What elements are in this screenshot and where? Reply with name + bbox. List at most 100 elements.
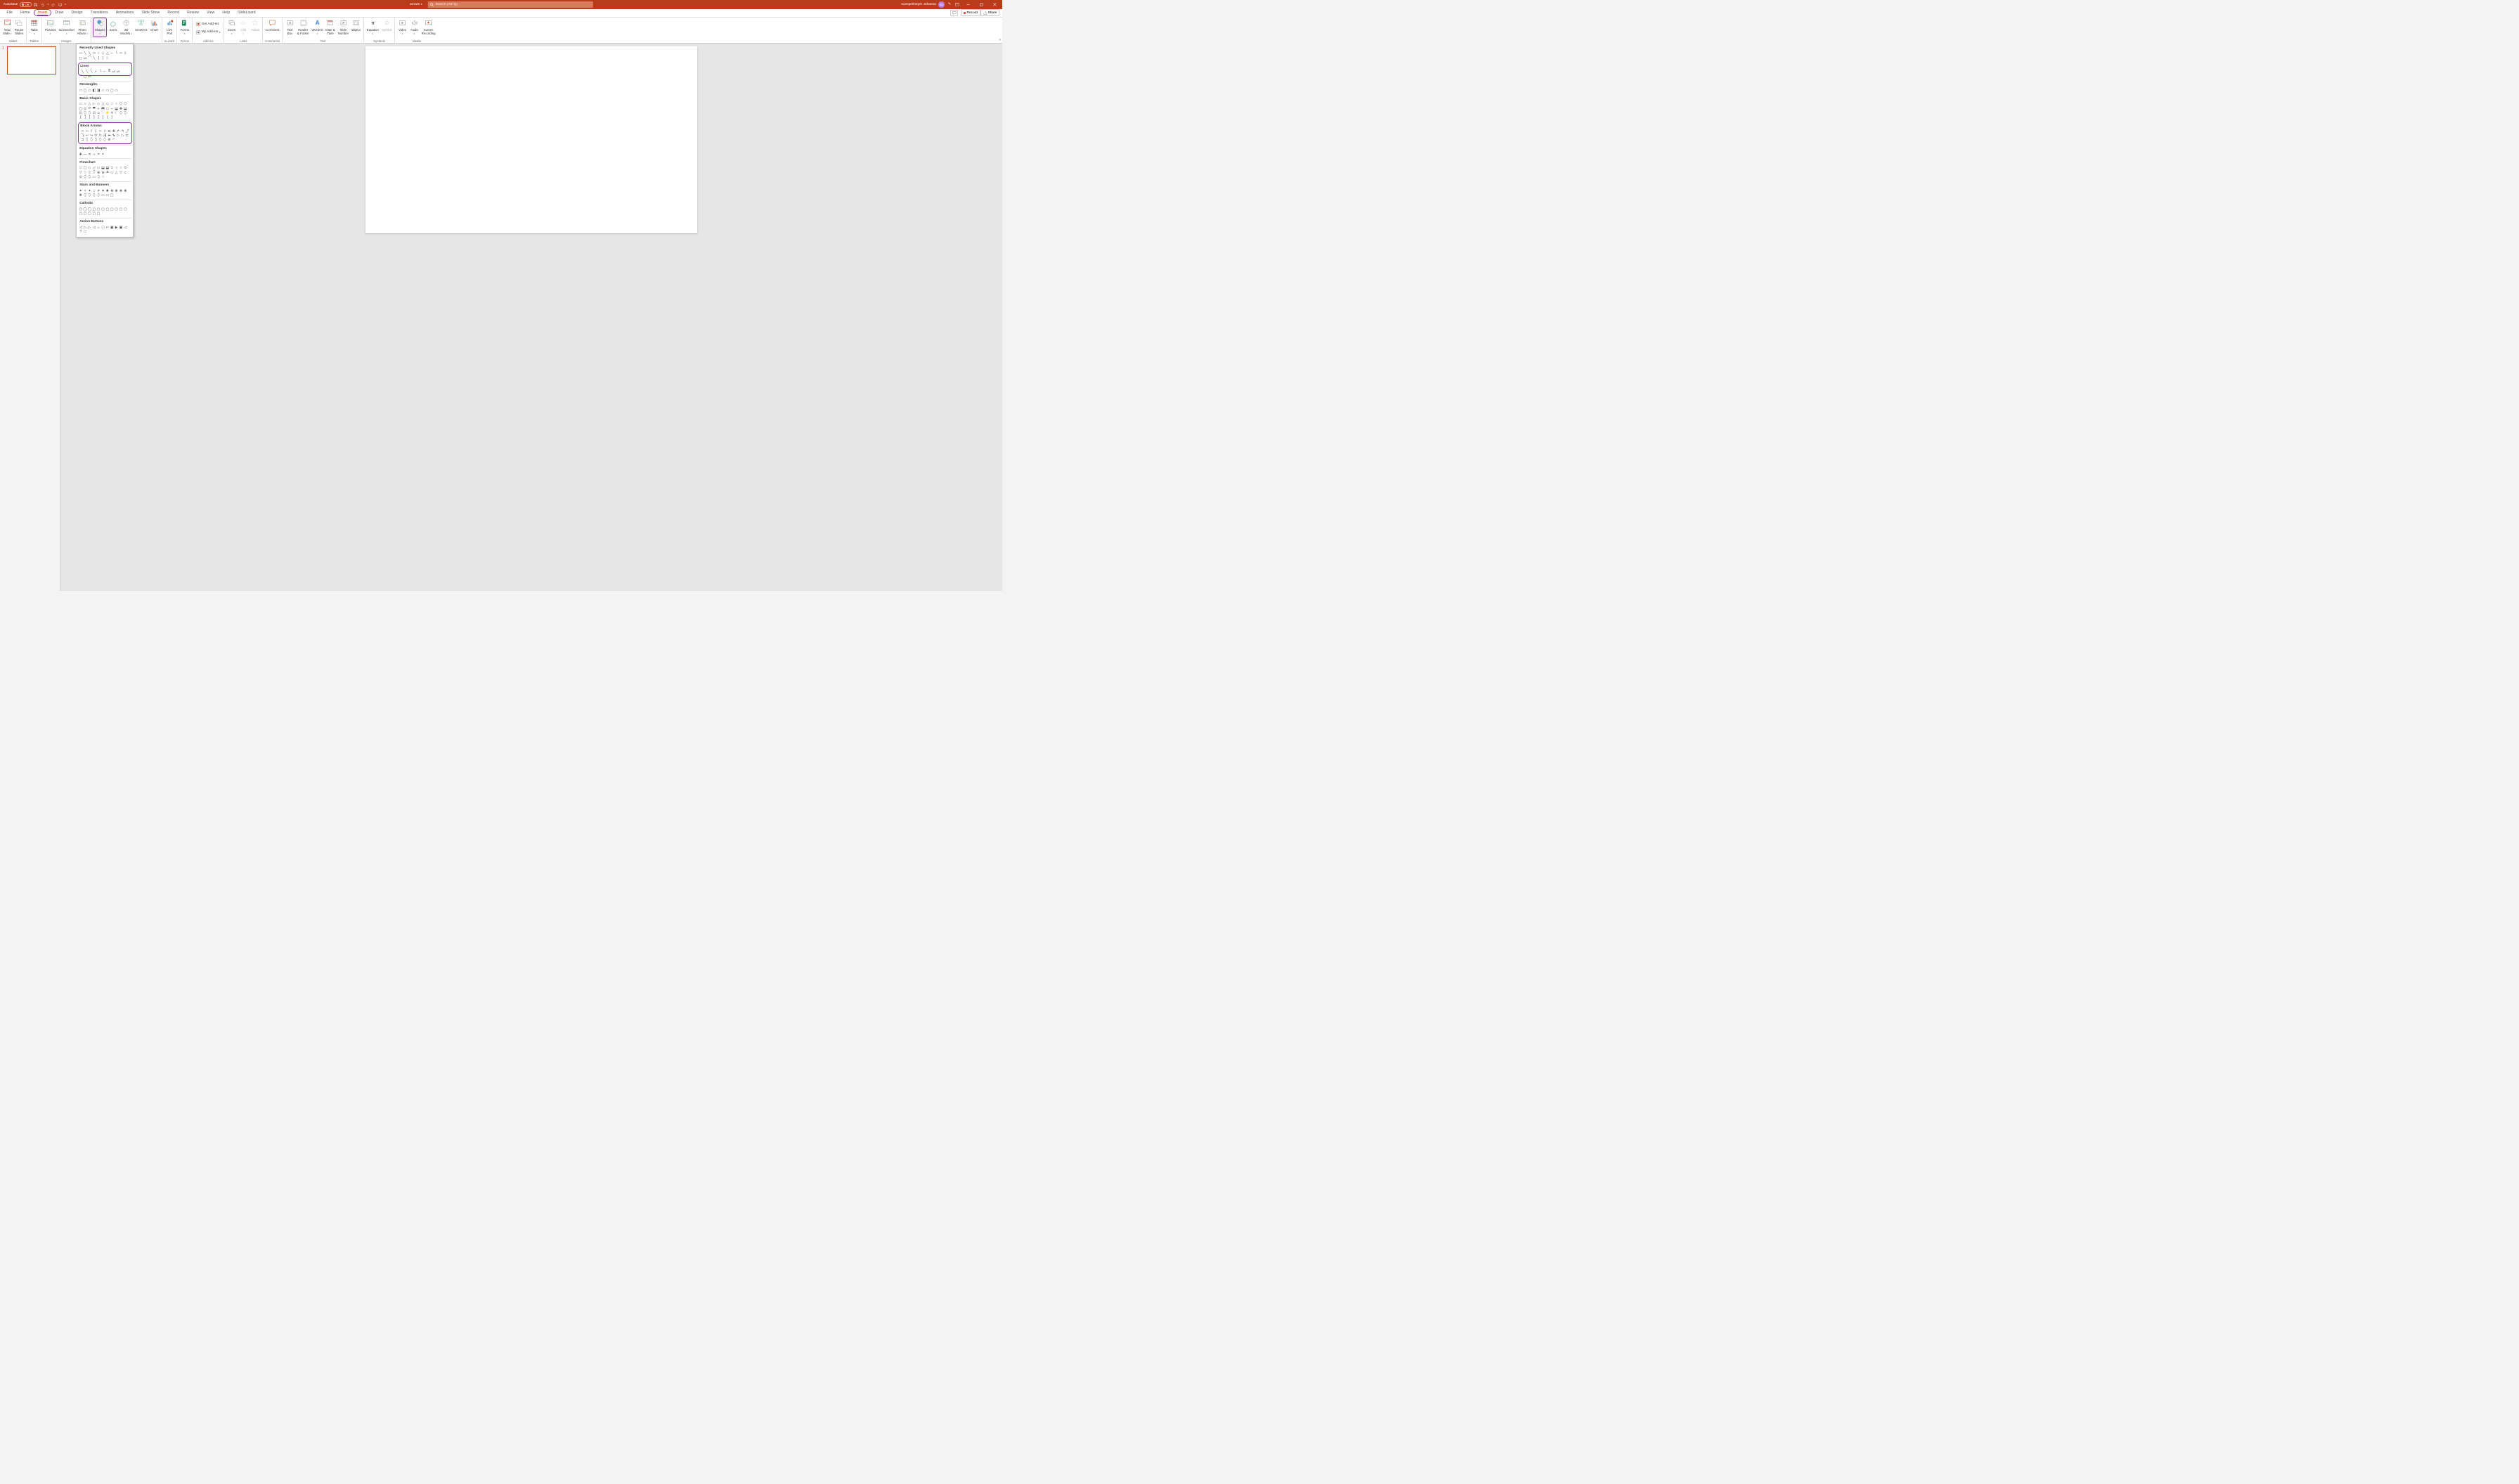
header-footer-button[interactable]: Header & Footer bbox=[296, 18, 310, 36]
tab-animations[interactable]: Animations bbox=[112, 8, 138, 17]
equation-button[interactable]: πEquation▾ bbox=[365, 18, 380, 36]
shape-item[interactable]: } bbox=[110, 115, 114, 119]
user-avatar[interactable]: GJ bbox=[938, 1, 945, 8]
shape-item[interactable]: ᔕ bbox=[87, 74, 91, 79]
shape-item[interactable]: ▢ bbox=[123, 207, 127, 211]
tab-file[interactable]: File bbox=[3, 8, 16, 17]
shape-item[interactable]: ⬯ bbox=[123, 111, 127, 115]
share-button[interactable]: Share bbox=[980, 9, 999, 16]
tab-slidelizard[interactable]: SlideLizard bbox=[234, 8, 260, 17]
shape-item[interactable]: ❋ bbox=[123, 189, 127, 193]
tab-review[interactable]: Review bbox=[183, 8, 203, 17]
date-time-button[interactable]: Date & Time bbox=[325, 18, 336, 36]
shape-item[interactable]: ⊂ bbox=[123, 171, 127, 175]
dropdown-resize-grip-icon[interactable]: ⋰ bbox=[129, 233, 132, 236]
redo-icon[interactable] bbox=[51, 1, 56, 7]
shapes-grid-stars: ✦✧✦☆✶✷✸❋❋❋❋❋⬯⬯⬯⬯▭▭▢ bbox=[77, 189, 133, 199]
document-name[interactable]: arrows ▾ bbox=[410, 3, 422, 6]
link-button: Link▾ bbox=[238, 18, 249, 36]
shapes-grid-block: ⇨⇦⇧⇩⬄⇳⬌✚↱↰⤴⤵↩↪⟳↻⇶⬅⬊▷▷⊏⊐⬯⬯⬯⬯⬯⊕◠ bbox=[80, 129, 129, 142]
undo-caret-icon[interactable]: ▾ bbox=[48, 3, 49, 6]
slide-thumb-1[interactable]: 1 bbox=[2, 46, 57, 74]
shape-item[interactable]: ⇩ bbox=[123, 51, 127, 56]
shape-item[interactable]: ○ bbox=[101, 175, 105, 179]
tab-insert[interactable]: Insert bbox=[34, 9, 51, 16]
shapes-grid-lines: ╲╲╲⌐└⌐ᘔᔕᔕ bbox=[80, 70, 129, 74]
qat-more-icon[interactable]: ▾ bbox=[65, 3, 66, 6]
tab-transitions[interactable]: Transitions bbox=[86, 8, 112, 17]
wordart-button[interactable]: AWordArt▾ bbox=[311, 18, 324, 36]
slide-canvas[interactable] bbox=[365, 46, 697, 233]
present-from-start-icon[interactable] bbox=[58, 1, 63, 7]
audio-button[interactable]: Audio▾ bbox=[408, 18, 420, 36]
3d-models-button[interactable]: 3D Models ▾ bbox=[119, 18, 134, 36]
tab-design[interactable]: Design bbox=[67, 8, 86, 17]
tab-help[interactable]: Help bbox=[219, 8, 234, 17]
live-poll-button[interactable]: Live Poll bbox=[164, 18, 175, 36]
group-tables: Table▾ Tables bbox=[27, 18, 42, 44]
autosave-toggle[interactable]: Off bbox=[20, 2, 32, 6]
reuse-slides-button[interactable]: Reuse Slides bbox=[13, 18, 25, 36]
ribbon-display-icon[interactable] bbox=[954, 1, 960, 7]
slide-thumbnail[interactable] bbox=[7, 46, 57, 74]
search-box[interactable] bbox=[428, 1, 593, 8]
tab-record[interactable]: Record bbox=[164, 8, 183, 17]
new-slide-button[interactable]: New Slide ▾ bbox=[1, 18, 13, 36]
shape-item[interactable]: ▢ bbox=[96, 211, 101, 216]
maximize-button[interactable] bbox=[976, 0, 987, 9]
group-media: Video▾ Audio▾ Screen Recording Media bbox=[395, 18, 438, 44]
ribbon-body: New Slide ▾ Reuse Slides Slides Table▾ T… bbox=[0, 18, 1002, 44]
group-slides: New Slide ▾ Reuse Slides Slides bbox=[0, 18, 27, 44]
pictures-button[interactable]: Pictures▾ bbox=[44, 18, 57, 36]
undo-icon[interactable] bbox=[40, 1, 46, 7]
autosave-label: AutoSave bbox=[4, 3, 18, 6]
ribbon-tabs: File Home Insert Draw Design Transitions… bbox=[0, 9, 1002, 18]
shape-item[interactable]: ☆ bbox=[105, 56, 110, 60]
comments-toggle[interactable] bbox=[950, 10, 958, 16]
shape-item[interactable]: ◁ bbox=[123, 226, 127, 230]
object-button[interactable]: Object bbox=[350, 18, 361, 32]
shapes-block-arrows-highlight: Block Arrows ⇨⇦⇧⇩⬄⇳⬌✚↱↰⤴⤵↩↪⟳↻⇶⬅⬊▷▷⊏⊐⬯⬯⬯⬯… bbox=[78, 122, 132, 144]
tab-view[interactable]: View bbox=[203, 8, 219, 17]
comment-button[interactable]: Comment bbox=[265, 18, 280, 32]
shape-item[interactable]: ▭ bbox=[115, 89, 119, 93]
shape-item[interactable]: ◠ bbox=[112, 138, 116, 142]
collapse-ribbon-icon[interactable]: ˄ bbox=[999, 39, 1001, 42]
shape-item[interactable]: ≠ bbox=[101, 152, 105, 157]
search-input[interactable] bbox=[435, 3, 590, 6]
search-icon bbox=[430, 3, 434, 6]
zoom-button[interactable]: Zoom▾ bbox=[226, 18, 238, 36]
shape-item[interactable]: ▢ bbox=[110, 193, 114, 197]
shapes-button[interactable]: Shapes▾ bbox=[93, 18, 107, 37]
tab-slideshow[interactable]: Slide Show bbox=[138, 8, 164, 17]
shapes-section-rectangles: Rectangles bbox=[79, 83, 130, 86]
group-links: Zoom▾ Link▾ Action Links bbox=[224, 18, 263, 44]
text-box-button[interactable]: AText Box bbox=[285, 18, 296, 36]
record-button[interactable]: Record bbox=[961, 9, 980, 16]
my-addins-button[interactable]: My Add-ins ▾ bbox=[194, 29, 221, 35]
get-addins-button[interactable]: Get Add-ins bbox=[194, 21, 221, 27]
shape-item[interactable]: ᔕ bbox=[116, 70, 120, 74]
shape-item[interactable]: ⊏ bbox=[125, 134, 129, 138]
save-icon[interactable] bbox=[33, 1, 39, 7]
minimize-button[interactable] bbox=[962, 0, 973, 9]
icons-button[interactable]: Icons bbox=[108, 18, 119, 32]
screenshot-button[interactable]: Screenshot▾ bbox=[58, 18, 75, 36]
group-addins: Get Add-ins My Add-ins ▾ Add-ins bbox=[193, 18, 224, 44]
tab-home[interactable]: Home bbox=[16, 8, 34, 17]
forms-button[interactable]: Forms▾ bbox=[179, 18, 190, 36]
video-button[interactable]: Video▾ bbox=[397, 18, 408, 36]
tab-draw[interactable]: Draw bbox=[51, 8, 67, 17]
chart-button[interactable]: Chart bbox=[149, 18, 160, 32]
smartart-button[interactable]: SmartArt bbox=[134, 18, 148, 32]
photo-album-button[interactable]: Photo Album ▾ bbox=[76, 18, 89, 36]
table-button[interactable]: Table▾ bbox=[29, 18, 40, 36]
shapes-grid-call: ▢◯◯▢▢▢▢▢▢▢▢▢▢▢▢▢ bbox=[77, 207, 133, 217]
shapes-lines-highlight: Lines ╲╲╲⌐└⌐ᘔᔕᔕ bbox=[78, 63, 132, 75]
slide-number-button[interactable]: #Slide Number bbox=[337, 18, 350, 36]
close-button[interactable] bbox=[989, 0, 1000, 9]
pen-icon[interactable]: ✎ bbox=[947, 1, 952, 7]
shape-item[interactable]: □ bbox=[83, 230, 87, 234]
screen-recording-button[interactable]: Screen Recording bbox=[420, 18, 436, 36]
user-name[interactable]: Gumpelmeyer Johanna bbox=[901, 3, 936, 6]
